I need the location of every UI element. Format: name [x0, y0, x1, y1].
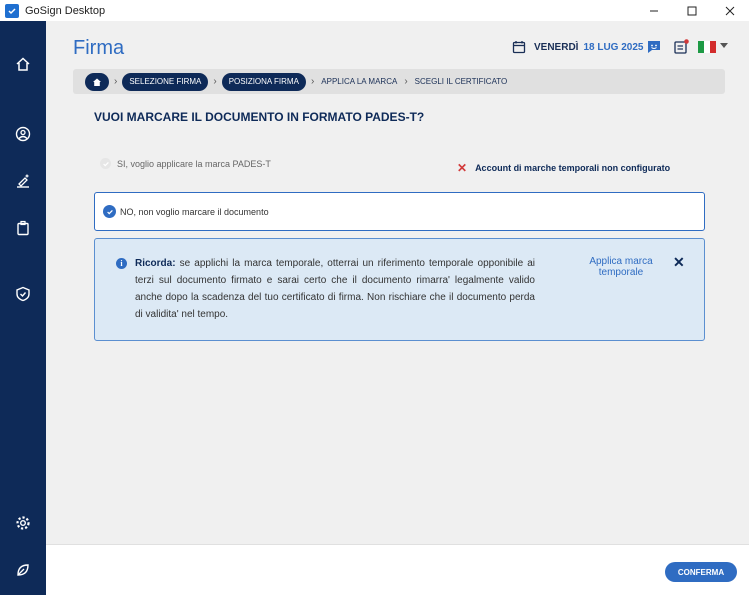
page-title: Firma	[73, 37, 125, 59]
user-icon[interactable]	[11, 122, 35, 146]
italian-flag-icon[interactable]	[698, 41, 716, 53]
leaf-icon[interactable]	[11, 558, 35, 582]
window-titlebar: GoSign Desktop	[0, 0, 749, 21]
chevron-right-icon: ›	[310, 76, 315, 87]
warning-message: ✕ Account di marche temporali non config…	[457, 161, 670, 175]
main-content: Firma VENERDÌ 18 LUG 2025 › SELEZIONE FI…	[46, 21, 749, 544]
breadcrumb: › SELEZIONE FIRMA › POSIZIONA FIRMA › AP…	[73, 69, 725, 94]
window-title: GoSign Desktop	[25, 4, 106, 17]
confirm-button[interactable]: CONFERMA	[665, 562, 737, 582]
breadcrumb-step-selezione-firma[interactable]: SELEZIONE FIRMA	[122, 72, 209, 91]
clipboard-icon[interactable]	[11, 216, 35, 240]
breadcrumb-step-scegli-certificato: SCEGLI IL CERTIFICATO	[414, 77, 508, 86]
date-display: VENERDÌ 18 LUG 2025	[512, 40, 644, 54]
chevron-right-icon: ›	[213, 76, 217, 87]
option-yes-label: SI, voglio applicare la marca PADES-T	[117, 158, 271, 169]
warning-text: Account di marche temporali non configur…	[475, 163, 671, 173]
home-icon[interactable]	[11, 52, 35, 76]
app-icon	[5, 3, 19, 18]
window-controls	[635, 0, 749, 21]
minimize-button[interactable]	[635, 0, 673, 21]
error-x-icon: ✕	[457, 161, 468, 175]
question-heading: VUOI MARCARE IL DOCUMENTO IN FORMATO PAD…	[94, 110, 425, 124]
breadcrumb-home-icon[interactable]	[85, 72, 109, 91]
check-circle-icon	[100, 158, 111, 169]
close-icon[interactable]: ✕	[673, 254, 685, 271]
maximize-button[interactable]	[673, 0, 711, 21]
chevron-right-icon: ›	[114, 76, 118, 87]
option-no-selected[interactable]: NO, non voglio marcare il documento	[94, 192, 705, 231]
info-body: se applichi la marca temporale, otterrai…	[135, 258, 535, 320]
chat-help-icon[interactable]	[646, 39, 662, 55]
check-circle-icon	[103, 205, 116, 218]
close-window-button[interactable]	[711, 0, 749, 21]
info-text: Ricorda: se applichi la marca temporale,…	[135, 255, 535, 323]
apply-timestamp-link[interactable]: Applica marca temporale	[575, 256, 667, 278]
option-no-label: NO, non voglio marcare il documento	[120, 206, 269, 217]
shield-check-icon[interactable]	[11, 282, 35, 306]
info-title: Ricorda:	[135, 258, 176, 269]
footer: CONFERMA	[46, 544, 749, 595]
calendar-icon	[512, 41, 526, 54]
option-yes-disabled: SI, voglio applicare la marca PADES-T	[100, 158, 271, 169]
gear-icon[interactable]	[11, 511, 35, 535]
notifications-icon[interactable]	[673, 39, 689, 55]
signature-icon[interactable]	[11, 169, 35, 193]
date-label: 18 LUG 2025	[583, 41, 644, 53]
chevron-right-icon: ›	[404, 76, 408, 87]
sidebar	[0, 21, 46, 595]
info-box: i Ricorda: se applichi la marca temporal…	[94, 238, 705, 341]
info-icon: i	[116, 258, 127, 269]
language-dropdown-chevron-icon[interactable]	[720, 43, 728, 48]
breadcrumb-step-posiziona-firma[interactable]: POSIZIONA FIRMA	[221, 72, 306, 91]
weekday-label: VENERDÌ	[534, 41, 579, 53]
breadcrumb-step-applica-marca: APPLICA LA MARCA	[321, 77, 398, 86]
